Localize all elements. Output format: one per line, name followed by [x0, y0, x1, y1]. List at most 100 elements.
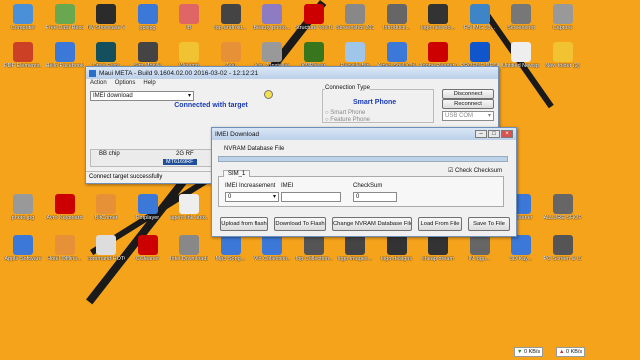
desktop-icon-image: [345, 4, 365, 24]
desktop-icon[interactable]: Computer: [4, 2, 42, 42]
window-controls: – □ ×: [474, 130, 513, 138]
desktop-icon-label: Potplayer: [135, 215, 160, 221]
imei-titlebar[interactable]: IMEI Download – □ ×: [212, 128, 516, 140]
net-up-value: 0 KB/s: [565, 349, 583, 355]
desktop-icon-image: [386, 42, 407, 62]
load-from-file-button[interactable]: Load From File: [418, 217, 462, 231]
mode-select[interactable]: IMEI download ▾: [90, 91, 194, 101]
desktop-icon-image: [469, 4, 490, 24]
desktop-icon[interactable]: PC Screen & Capture: [544, 233, 582, 273]
desktop-icon[interactable]: Screenshot 2016...: [336, 2, 374, 42]
desktop-icon-image: [54, 235, 75, 255]
rf-chip-name: MT6169RF: [163, 159, 197, 165]
desktop-icon[interactable]: agent link auto..: [170, 192, 208, 232]
port-select[interactable]: USB COM ▾: [442, 111, 494, 121]
nvram-label: NVRAM Database File: [224, 146, 285, 152]
desktop-icon-image: [303, 235, 324, 255]
desktop-icon[interactable]: Free Data Recovery: [46, 2, 84, 42]
rf-label: 2G RF: [176, 151, 194, 157]
reconnect-button[interactable]: Reconnect: [442, 99, 494, 109]
desktop-icon-label: Top Collection...: [294, 256, 333, 262]
desktop-icon-image: [552, 235, 573, 255]
menu-item-help[interactable]: Help: [143, 80, 155, 87]
desktop-icon-label: Avro Keyboard: [46, 215, 83, 221]
desktop-icon-image: [13, 42, 33, 62]
close-icon[interactable]: ×: [501, 130, 513, 138]
desktop-icon-image: [552, 42, 573, 62]
radio-feature-phone[interactable]: ○ Feature Phone: [325, 117, 370, 123]
status-bar-text: Connect target successfully: [89, 174, 163, 180]
radio-smart-phone[interactable]: ○ Smart Phone: [325, 110, 365, 116]
desktop-icon-image: [345, 42, 365, 62]
desktop-icon[interactable]: Hotel Offline...: [46, 233, 84, 273]
desktop-icon[interactable]: ALLURE SHOP...: [544, 192, 582, 232]
desktop-icon[interactable]: FB IMG 13...: [461, 2, 499, 42]
desktop-icon-label: ALLURE SHOP...: [543, 215, 582, 221]
desktop-icon-image: [262, 4, 282, 24]
desktop-icon[interactable]: New folder (2): [544, 40, 582, 80]
maximize-icon[interactable]: □: [488, 130, 500, 138]
desktop-icon[interactable]: Hello Facebook: [46, 40, 84, 80]
save-to-file-button[interactable]: Save To File: [468, 217, 510, 231]
desktop-icon[interactable]: top-android...: [212, 2, 250, 42]
desktop-icon[interactable]: cheap dream: [419, 233, 457, 273]
desktop-icon-image: [386, 4, 407, 24]
desktop-icon[interactable]: Screenshot: [502, 2, 540, 42]
desktop-icon-label: Mp3 Song...: [215, 256, 246, 262]
upload-from-flash-button[interactable]: Upload from flash: [220, 217, 268, 231]
desktop-icon-label: Free Data Recovery: [45, 25, 84, 31]
port-select-value: USB COM: [445, 113, 474, 119]
imei-increasement-value: 0: [228, 194, 232, 200]
desktop-icon[interactable]: Apple Software: [4, 233, 42, 273]
desktop-icon[interactable]: logo-images...: [336, 233, 374, 273]
desktop-icon-label: IN logo...: [468, 256, 491, 262]
desktop-icon[interactable]: logo-designs: [378, 233, 416, 273]
disconnect-button[interactable]: Disconnect: [442, 89, 494, 99]
imei-increasement-select[interactable]: 0 ▾: [225, 192, 279, 202]
desktop-icon[interactable]: logo new no...: [419, 2, 457, 42]
desktop-icon-image: [54, 4, 75, 24]
desktop-icon[interactable]: Potplayer: [129, 192, 167, 232]
desktop-icon[interactable]: PDF Elements...: [4, 40, 42, 80]
tab-sim-1[interactable]: SIM_1: [223, 170, 251, 177]
desktop-icon[interactable]: Intel Downloads: [170, 233, 208, 273]
desktop-icon[interactable]: Beauty photo...: [253, 2, 291, 42]
desktop-icon[interactable]: Vid Collection..: [253, 233, 291, 273]
desktop-icon[interactable]: Introducti...: [378, 2, 416, 42]
meta-titlebar[interactable]: Maui META - Build 9.1604.02.00 2016-03-0…: [86, 67, 498, 79]
desktop-icon[interactable]: Mp3 Song...: [212, 233, 250, 273]
check-checksum[interactable]: ☑ Check Checksum: [448, 167, 502, 174]
desktop-icon[interactable]: ppsipg: [129, 2, 167, 42]
desktop-icon-image: [96, 235, 116, 255]
desktop-icon-image: [511, 42, 531, 62]
download-to-flash-button[interactable]: Download To Flash: [274, 217, 326, 231]
desktop-icon-label: Untitled Newspaper: [502, 63, 540, 69]
change-nvram-button[interactable]: Change NVRAM Database File: [332, 217, 412, 231]
desktop-icon-image: [428, 4, 448, 24]
desktop-icon[interactable]: command HOTOS...: [87, 233, 125, 273]
desktop-icon[interactable]: photo.jpg: [4, 192, 42, 232]
desktop-icon[interactable]: Avro Keyboard: [46, 192, 84, 232]
desktop-icon[interactable]: IB: [170, 2, 208, 42]
menu-item-options[interactable]: Options: [115, 80, 136, 87]
desktop-icon[interactable]: BitComet: [87, 192, 125, 232]
menu-item-action[interactable]: Action: [90, 80, 107, 87]
checksum-input[interactable]: 0: [353, 192, 397, 202]
desktop-icon-label: IB: [186, 25, 192, 31]
imei-download-window[interactable]: IMEI Download – □ × NVRAM Database File …: [211, 127, 517, 237]
desktop-icon[interactable]: Top Collection...: [295, 233, 333, 273]
connection-value: Smart Phone: [353, 99, 397, 106]
imei-input[interactable]: [281, 192, 341, 202]
desktop-icon[interactable]: Untitled Newspaper: [502, 40, 540, 80]
desktop-icon-label: IW Showcase Video 10: [87, 25, 125, 31]
desktop-icon-image: [469, 235, 490, 255]
desktop-icon[interactable]: IW Showcase Video 10: [87, 2, 125, 42]
minimize-icon[interactable]: –: [475, 130, 487, 138]
desktop-icon-label: cheap dream: [421, 256, 455, 262]
desktop-icon[interactable]: 3D Kay...: [502, 233, 540, 273]
desktop-icon[interactable]: Structure YouTube: [295, 2, 333, 42]
desktop-icon[interactable]: IN logo...: [461, 233, 499, 273]
desktop-icon[interactable]: Capture: [544, 2, 582, 42]
desktop-icon-label: Introducti...: [382, 25, 411, 31]
desktop-icon[interactable]: CCleaner: [129, 233, 167, 273]
